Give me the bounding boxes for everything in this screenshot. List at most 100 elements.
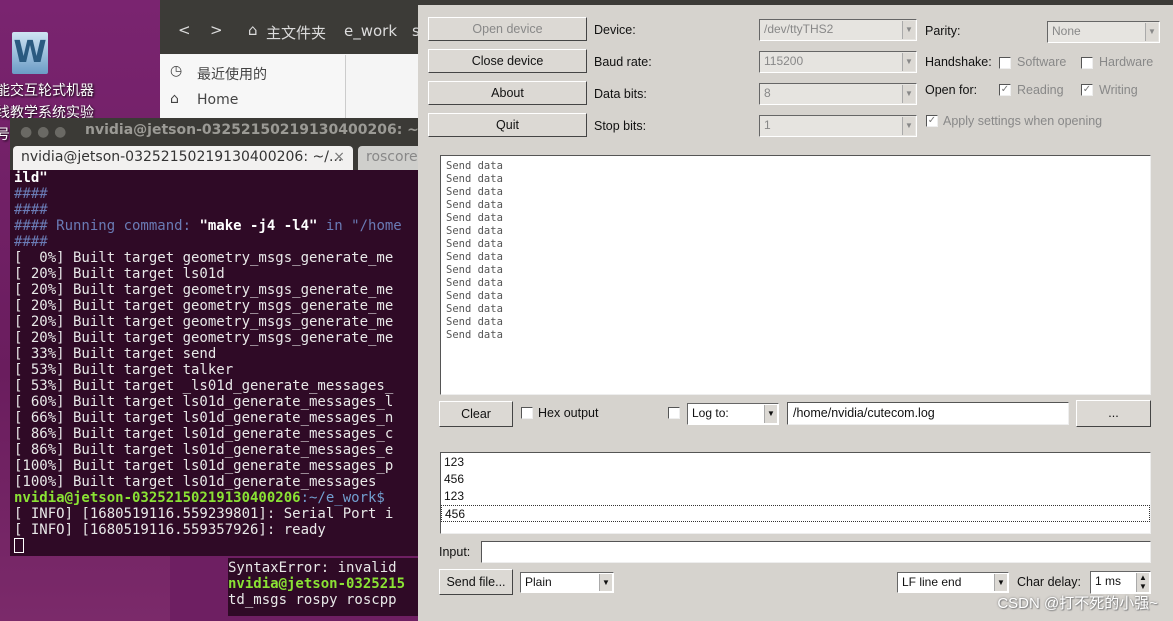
output-line: Send data: [446, 225, 503, 237]
forward-button[interactable]: >: [210, 21, 223, 39]
back-button[interactable]: <: [178, 21, 191, 39]
terminal-line: [ 0%] Built target geometry_msgs_generat…: [14, 250, 394, 266]
chevron-down-icon: ▼: [994, 574, 1007, 591]
terminal-line: [100%] Built target ls01d_generate_messa…: [14, 458, 394, 474]
log-path-input[interactable]: /home/nvidia/cutecom.log: [787, 402, 1069, 425]
send-file-button[interactable]: Send file...: [439, 569, 513, 595]
parity-label: Parity:: [925, 24, 961, 38]
file-manager-sidebar: ◷ 最近使用的 ⌂ Home: [160, 55, 346, 120]
char-delay-spinbox[interactable]: 1 ms ▲ ▼: [1090, 571, 1151, 594]
data-bits-value: 8: [764, 86, 771, 100]
output-line: Send data: [446, 173, 503, 185]
terminal-window: ● ● ● nvidia@jetson-03252150219130400206…: [10, 118, 428, 556]
clear-button[interactable]: Clear: [439, 401, 513, 427]
tab-active[interactable]: nvidia@jetson-03252150219130400206: ~/..…: [13, 146, 353, 170]
line-end-value: LF line end: [902, 575, 962, 589]
output-line: Send data: [446, 303, 503, 315]
close-device-button[interactable]: Close device: [428, 49, 587, 73]
output-line: Send data: [446, 251, 503, 263]
output-line: Send data: [446, 212, 503, 224]
cutecom-window: Open device Close device About Quit Devi…: [418, 0, 1173, 621]
history-item[interactable]: 456: [441, 471, 1150, 488]
terminal-window-2: SyntaxError: invalid nvidia@jetson-032521…: [228, 558, 418, 616]
terminal-line: nvidia@jetson-03252150219130400206:~/e_w…: [14, 490, 385, 506]
hardware-checkbox[interactable]: [1081, 57, 1093, 69]
history-item-selected[interactable]: 456: [441, 505, 1150, 522]
reading-label: Reading: [1017, 83, 1064, 97]
terminal-title: nvidia@jetson-03252150219130400206: ~/e_…: [85, 122, 418, 138]
terminal-line: [100%] Built target ls01d_generate_messa…: [14, 474, 377, 490]
baud-label: Baud rate:: [594, 55, 652, 69]
output-line: Send data: [446, 199, 503, 211]
clock-icon: ◷: [170, 63, 183, 79]
output-line: Send data: [446, 316, 503, 328]
sidebar-item-home[interactable]: Home: [197, 92, 238, 108]
chevron-down-icon: ▼: [599, 574, 612, 591]
stop-bits-select[interactable]: 1 ▼: [759, 115, 917, 137]
about-button[interactable]: About: [428, 81, 587, 105]
browse-button[interactable]: ...: [1076, 400, 1151, 427]
input-field[interactable]: [481, 541, 1151, 563]
terminal-line: ####: [14, 202, 48, 218]
spin-arrows-icon[interactable]: ▲ ▼: [1136, 573, 1149, 592]
data-bits-select[interactable]: 8 ▼: [759, 83, 917, 105]
reading-checkbox[interactable]: ✓: [999, 84, 1011, 96]
terminal-line: [ 86%] Built target ls01d_generate_messa…: [14, 442, 394, 458]
line-end-select[interactable]: LF line end ▼: [897, 572, 1009, 593]
word-document-icon[interactable]: W: [12, 32, 48, 74]
terminal-output[interactable]: ild" #### #### #### Running command: "make …: [14, 170, 418, 556]
terminal-line: [ INFO] [1680519116.559239801]: Serial P…: [14, 506, 394, 522]
terminal-line: [ 33%] Built target send: [14, 346, 217, 362]
open-for-label: Open for:: [925, 83, 978, 97]
send-mode-select[interactable]: Plain ▼: [520, 572, 614, 593]
log-mode-value: Log to:: [692, 406, 729, 420]
device-select[interactable]: /dev/ttyTHS2 ▼: [759, 19, 917, 41]
software-checkbox[interactable]: [999, 57, 1011, 69]
history-item[interactable]: 123: [441, 488, 1150, 505]
window-titlebar: [418, 0, 1173, 5]
terminal-line: [ 60%] Built target ls01d_generate_messa…: [14, 394, 394, 410]
stop-bits-value: 1: [764, 118, 771, 132]
output-line: Send data: [446, 238, 503, 250]
terminal-line: ####: [14, 186, 48, 202]
device-value: /dev/ttyTHS2: [764, 22, 834, 36]
quit-button[interactable]: Quit: [428, 113, 587, 137]
output-line: Send data: [446, 264, 503, 276]
desktop-icon-label: 能交互轮式机器: [0, 83, 94, 99]
open-device-button[interactable]: Open device: [428, 17, 587, 41]
terminal-line: [ 20%] Built target geometry_msgs_genera…: [14, 314, 394, 330]
history-item[interactable]: 123: [441, 454, 1150, 471]
log-checkbox[interactable]: [668, 407, 680, 419]
handshake-label: Handshake:: [925, 55, 992, 69]
file-manager-window: < > ⌂ 主文件夹 e_work s ◷ 最近使用的 ⌂ Home: [160, 0, 420, 120]
terminal-line: [ 20%] Built target ls01d: [14, 266, 225, 282]
chevron-down-icon: ▼: [1145, 23, 1158, 41]
baud-select[interactable]: 115200 ▼: [759, 51, 917, 73]
apply-settings-checkbox[interactable]: ✓: [926, 115, 938, 127]
parity-select[interactable]: None ▼: [1047, 21, 1160, 43]
hex-output-checkbox[interactable]: [521, 407, 533, 419]
window-controls[interactable]: ● ● ●: [20, 124, 66, 140]
char-delay-label: Char delay:: [1017, 575, 1081, 589]
path-e-work[interactable]: e_work: [344, 22, 397, 40]
sidebar-item-recent[interactable]: 最近使用的: [197, 64, 267, 84]
writing-label: Writing: [1099, 83, 1138, 97]
writing-checkbox[interactable]: ✓: [1081, 84, 1093, 96]
output-area[interactable]: Send data Send data Send data Send data Send…: [440, 155, 1151, 395]
terminal-line: [ 53%] Built target talker: [14, 362, 234, 378]
path-home[interactable]: 主文件夹: [266, 22, 326, 43]
history-list[interactable]: 123 456 123 456: [440, 452, 1151, 534]
chevron-down-icon: ▼: [902, 117, 915, 135]
close-icon[interactable]: ×: [333, 149, 345, 165]
hex-output-label: Hex output: [538, 406, 599, 420]
device-label: Device:: [594, 23, 636, 37]
terminal-line: [ INFO] [1680519116.559357926]: ready: [14, 522, 326, 538]
log-mode-select[interactable]: Log to: ▼: [687, 403, 779, 425]
terminal-cursor: [14, 538, 24, 553]
output-line: Send data: [446, 160, 503, 172]
output-line: Send data: [446, 186, 503, 198]
output-line: Send data: [446, 277, 503, 289]
chevron-down-icon: ▼: [902, 21, 915, 39]
home-icon: ⌂: [170, 91, 179, 107]
terminal-line: [ 20%] Built target geometry_msgs_genera…: [14, 330, 394, 346]
